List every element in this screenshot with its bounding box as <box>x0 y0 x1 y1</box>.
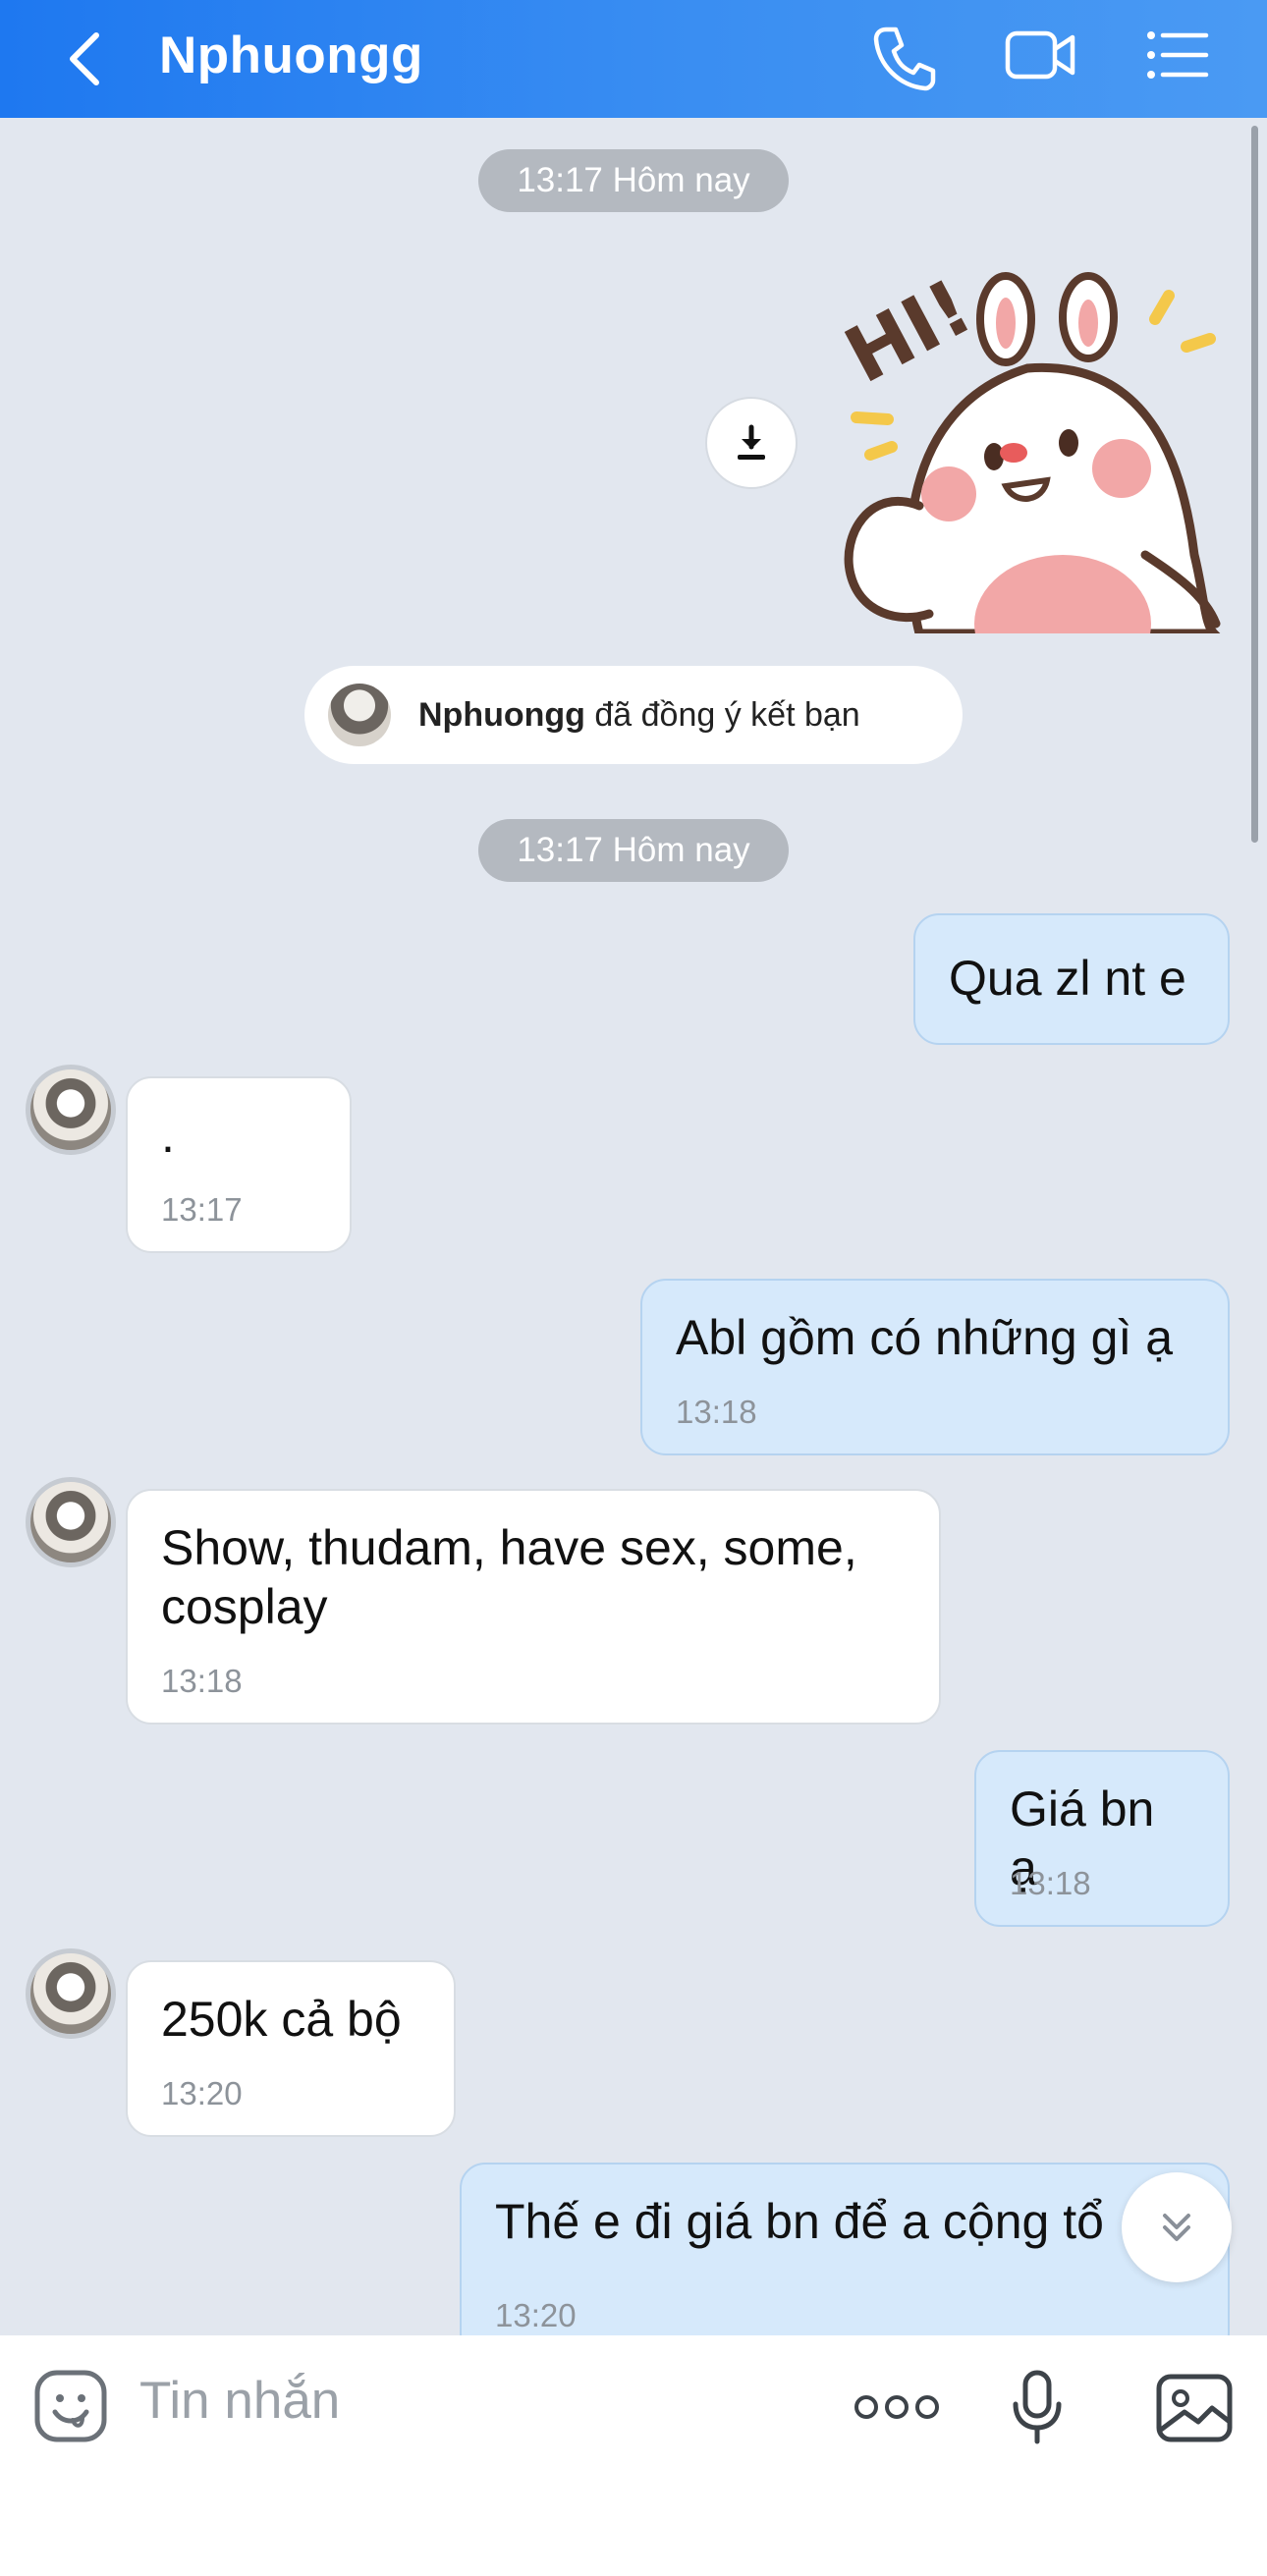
sticker-emoji-icon[interactable] <box>33 2369 108 2443</box>
message-time: 13:18 <box>1010 1865 1091 1901</box>
message-input[interactable]: Tin nhắn <box>139 2371 340 2431</box>
message-text: Abl gồm có những gì ạ <box>676 1310 1174 1365</box>
microphone-icon[interactable] <box>1010 2369 1065 2447</box>
download-sticker-button[interactable] <box>705 397 798 489</box>
incoming-message[interactable]: 250k cả bộ 13:20 <box>126 1960 456 2137</box>
message-time: 13:18 <box>161 1663 243 1699</box>
incoming-message[interactable]: Show, thudam, have sex, some, cosplay 13… <box>126 1489 941 1725</box>
outgoing-message[interactable]: Abl gồm có những gì ạ 13:18 <box>640 1279 1230 1455</box>
notice-text: Nphuongg đã đồng ý kết bạn <box>418 696 860 735</box>
bunny-hi-sticker[interactable]: HI! <box>831 260 1236 633</box>
message-time: 13:17 <box>161 1191 243 1228</box>
chat-scrollbar[interactable] <box>1251 126 1258 843</box>
message-text: Qua zl nt e <box>949 951 1186 1006</box>
outgoing-message[interactable]: Giá bn ạ 13:18 <box>974 1750 1230 1927</box>
notice-name: Nphuongg <box>418 695 585 734</box>
outgoing-message[interactable]: Qua zl nt e <box>913 913 1230 1045</box>
image-gallery-icon[interactable] <box>1155 2369 1234 2443</box>
message-time: 13:20 <box>495 2297 577 2333</box>
phone-call-icon[interactable] <box>872 24 937 92</box>
double-chevron-down-icon <box>1163 2214 1190 2241</box>
more-options-icon[interactable] <box>854 2392 939 2422</box>
chat-header: Nphuongg <box>0 0 1267 118</box>
scroll-to-bottom-button[interactable] <box>1122 2172 1232 2282</box>
avatar[interactable] <box>26 1948 116 2039</box>
message-time: 13:20 <box>161 2075 243 2111</box>
avatar[interactable] <box>26 1065 116 1155</box>
contact-name[interactable]: Nphuongg <box>159 26 423 85</box>
notice-message: đã đồng ý kết bạn <box>584 695 860 734</box>
date-divider: 13:17 Hôm nay <box>478 149 789 212</box>
friend-accepted-notice: Nphuongg đã đồng ý kết bạn <box>304 666 963 764</box>
outgoing-message[interactable]: Thế e đi giá bn để a cộng tổ 13:20 <box>460 2163 1230 2359</box>
message-text: 250k cả bộ <box>161 1992 402 2047</box>
download-icon <box>738 424 765 460</box>
video-call-icon[interactable] <box>1004 24 1078 86</box>
message-text: Show, thudam, have sex, some, cosplay <box>161 1520 857 1634</box>
back-arrow-icon[interactable] <box>61 27 108 90</box>
date-divider: 13:17 Hôm nay <box>478 819 789 882</box>
menu-list-icon[interactable] <box>1145 24 1210 86</box>
message-time: 13:18 <box>676 1394 757 1430</box>
message-text: . <box>161 1108 175 1163</box>
avatar[interactable] <box>328 684 391 746</box>
avatar[interactable] <box>26 1477 116 1567</box>
sticker-text: HI! <box>832 263 986 401</box>
incoming-message[interactable]: . 13:17 <box>126 1076 352 1253</box>
message-text: Thế e đi giá bn để a cộng tổ <box>495 2194 1104 2249</box>
message-composer: Tin nhắn <box>0 2335 1267 2576</box>
